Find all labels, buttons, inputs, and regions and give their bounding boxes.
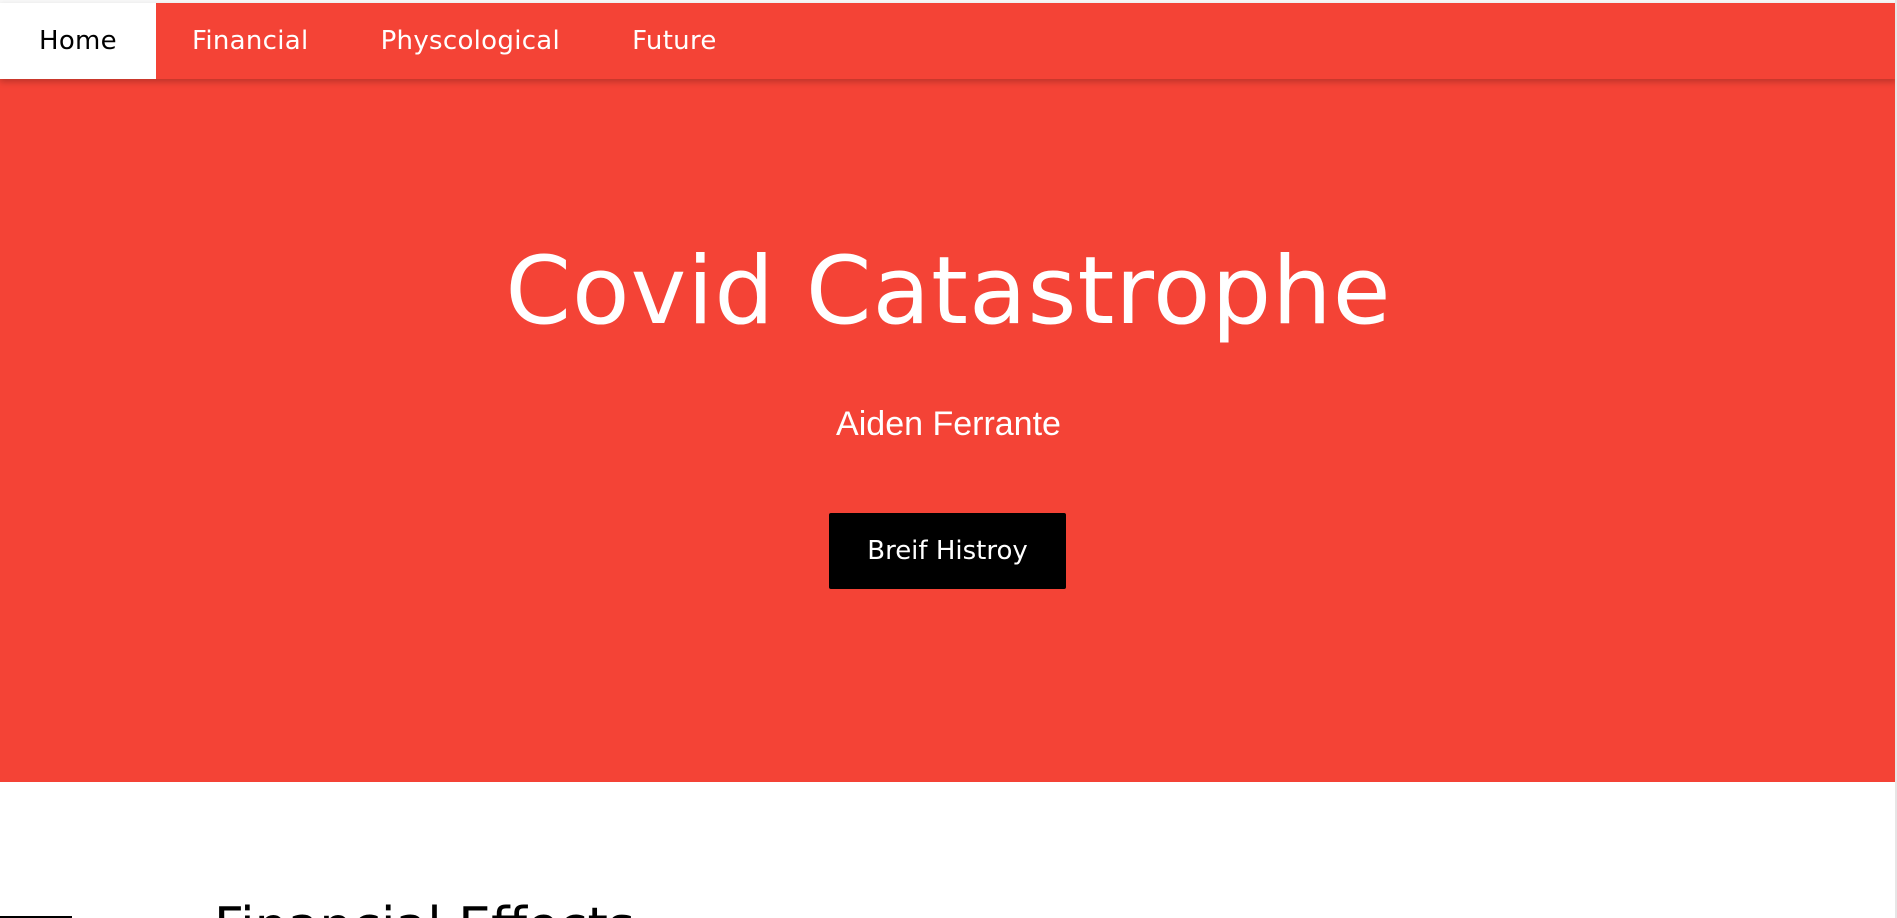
nav-item-future[interactable]: Future	[596, 3, 753, 79]
nav-item-label: Home	[39, 26, 117, 56]
nav-item-label: Physcological	[380, 26, 561, 56]
top-navbar: Home Financial Physcological Future	[0, 3, 1897, 79]
hero-author: Aiden Ferrante	[836, 405, 1061, 443]
nav-item-home[interactable]: Home	[0, 3, 156, 79]
section-heading: Financial Effects	[214, 896, 635, 918]
hero-banner: Covid Catastrophe Aiden Ferrante Breif H…	[0, 79, 1897, 782]
nav-item-physcological[interactable]: Physcological	[345, 3, 597, 79]
nav-item-label: Financial	[192, 26, 309, 56]
brief-history-button[interactable]: Breif Histroy	[829, 513, 1066, 589]
nav-item-financial[interactable]: Financial	[156, 3, 345, 79]
nav-item-label: Future	[632, 26, 717, 56]
page: Home Financial Physcological Future Covi…	[0, 0, 1897, 918]
hero-title: Covid Catastrophe	[505, 237, 1392, 346]
